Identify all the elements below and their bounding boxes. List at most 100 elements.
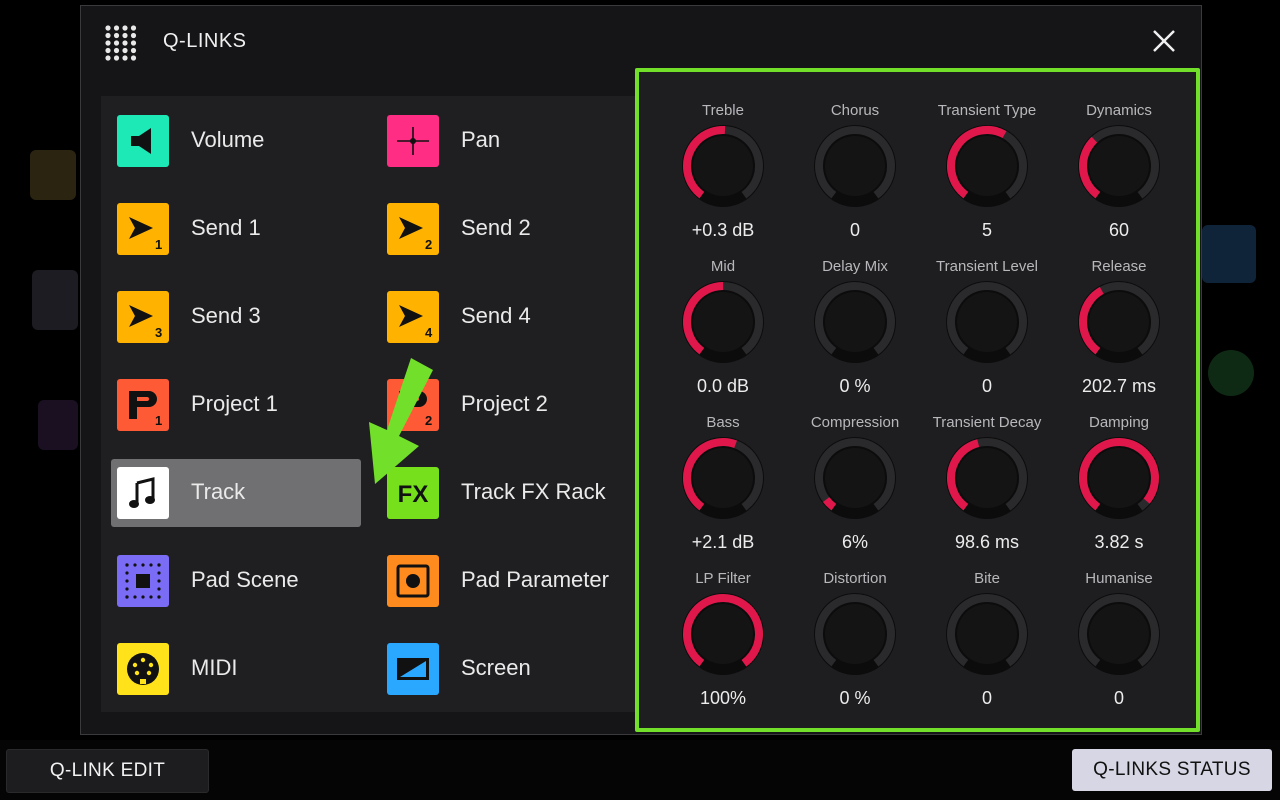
q-link-target-send1[interactable]: 1 Send 1	[111, 195, 361, 263]
knob-dial[interactable]	[945, 124, 1029, 208]
svg-text:1: 1	[155, 413, 162, 428]
q-link-knob[interactable]: Damping 3.82 s	[1053, 380, 1185, 552]
q-link-knob[interactable]: Transient Level 0	[921, 224, 1053, 396]
q-link-knob[interactable]: Dynamics 60	[1053, 68, 1185, 240]
knob-label: Delay Mix	[822, 258, 888, 275]
q-link-target-padscene[interactable]: Pad Scene	[111, 547, 361, 615]
q-link-target-label: Pad Scene	[191, 567, 299, 592]
send-arrow-icon: 2	[387, 203, 439, 255]
knob-label: Dynamics	[1086, 102, 1152, 119]
q-link-target-label: Pan	[461, 127, 501, 152]
q-link-knob[interactable]: Release 202.7 ms	[1053, 224, 1185, 396]
knob-cap	[957, 136, 1017, 196]
q-link-knob[interactable]: Treble +0.3 dB	[657, 68, 789, 240]
q-link-target-send2[interactable]: 2 Send 2	[381, 195, 631, 263]
knob-dial[interactable]	[945, 280, 1029, 364]
q-link-target-midi[interactable]: MIDI	[111, 635, 361, 703]
knob-dial[interactable]	[681, 592, 765, 676]
q-link-knob[interactable]: Distortion 0 %	[789, 536, 921, 708]
modal-header: Q-LINKS	[81, 6, 1201, 76]
q-link-knob-panel: Treble +0.3 dB Chorus 0 Transient Type 5 Dynam…	[635, 68, 1200, 732]
q-link-target-label: Track	[191, 479, 246, 504]
knob-dial[interactable]	[681, 436, 765, 520]
knob-label: Bass	[706, 414, 740, 431]
speaker-icon	[117, 115, 169, 167]
q-link-target-label: Send 4	[461, 303, 531, 328]
knob-label: Distortion	[823, 570, 887, 587]
q-link-target-screen[interactable]: Screen	[381, 635, 631, 703]
q-link-target-send3[interactable]: 3 Send 3	[111, 283, 361, 351]
q-link-target-send4[interactable]: 4 Send 4	[381, 283, 631, 351]
knob-dial[interactable]	[813, 280, 897, 364]
q-link-target-label: MIDI	[191, 655, 238, 680]
svg-text:3: 3	[155, 325, 162, 340]
background-tile	[30, 150, 76, 200]
knob-value: 0	[1113, 688, 1124, 708]
knob-cap	[693, 292, 753, 352]
knob-dial[interactable]	[681, 124, 765, 208]
dot-grid-icon[interactable]	[103, 25, 139, 61]
knob-cap	[1089, 136, 1149, 196]
q-link-knob[interactable]: Bass +2.1 dB	[657, 380, 789, 552]
q-link-target-label: Send 1	[191, 215, 261, 240]
q-link-knob[interactable]: Transient Type 5	[921, 68, 1053, 240]
knob-dial[interactable]	[1077, 124, 1161, 208]
knob-label: Transient Level	[936, 258, 1038, 275]
knob-dial[interactable]	[945, 592, 1029, 676]
background-tile	[1208, 350, 1254, 396]
svg-text:1: 1	[155, 237, 162, 252]
screen-icon	[387, 643, 439, 695]
q-link-knob[interactable]: LP Filter 100%	[657, 536, 789, 708]
q-link-target-label: Screen	[461, 655, 531, 680]
close-icon[interactable]	[1149, 26, 1179, 56]
knob-dial[interactable]	[813, 436, 897, 520]
knob-value: 0	[981, 688, 992, 708]
knob-dial[interactable]	[813, 592, 897, 676]
knob-label: Chorus	[830, 102, 880, 119]
pointer-arrow	[369, 358, 433, 484]
q-link-knob[interactable]: Bite 0	[921, 536, 1053, 708]
q-link-target-padparam[interactable]: Pad Parameter	[381, 547, 631, 615]
q-link-knob[interactable]: Chorus 0	[789, 68, 921, 240]
q-link-target-pan[interactable]: Pan	[381, 107, 631, 175]
q-link-target-label: Track FX Rack	[461, 479, 606, 504]
knob-dial[interactable]	[681, 280, 765, 364]
background-tile	[38, 400, 78, 450]
q-link-target-volume[interactable]: Volume	[111, 107, 361, 175]
knob-dial[interactable]	[1077, 592, 1161, 676]
send-arrow-icon: 1	[117, 203, 169, 255]
q-link-knob[interactable]: Delay Mix 0 %	[789, 224, 921, 396]
knob-cap	[957, 604, 1017, 664]
knob-dial[interactable]	[1077, 280, 1161, 364]
q-link-edit-button[interactable]: Q-LINK EDIT	[6, 749, 209, 793]
q-link-target-label: Send 2	[461, 215, 531, 240]
q-link-knob[interactable]: Mid 0.0 dB	[657, 224, 789, 396]
knob-dial[interactable]	[1077, 436, 1161, 520]
q-link-knob[interactable]: Transient Decay 98.6 ms	[921, 380, 1053, 552]
knob-dial[interactable]	[813, 124, 897, 208]
q-link-target-label: Volume	[191, 127, 265, 152]
knob-cap	[693, 604, 753, 664]
send-arrow-icon: 4	[387, 291, 439, 343]
q-link-target-label: Send 3	[191, 303, 261, 328]
knob-cap	[825, 292, 885, 352]
q-link-target-track[interactable]: Track	[111, 459, 361, 527]
knob-label: Treble	[702, 102, 744, 119]
svg-text:4: 4	[425, 325, 433, 340]
knob-value: 0 %	[839, 688, 871, 708]
knob-cap	[825, 136, 885, 196]
project-p-icon: 1	[117, 379, 169, 431]
q-link-target-project1[interactable]: 1 Project 1	[111, 371, 361, 439]
knob-label: Humanise	[1085, 570, 1153, 587]
q-links-status-button[interactable]: Q-LINKS STATUS	[1072, 749, 1272, 791]
q-link-knob[interactable]: Humanise 0	[1053, 536, 1185, 708]
knob-cap	[693, 448, 753, 508]
midi-din-icon	[117, 643, 169, 695]
knob-dial[interactable]	[945, 436, 1029, 520]
knob-label: Transient Decay	[932, 414, 1042, 431]
pan-crosshair-icon	[387, 115, 439, 167]
send-arrow-icon: 3	[117, 291, 169, 343]
pad-grid-icon	[117, 555, 169, 607]
q-link-knob[interactable]: Compression 6%	[789, 380, 921, 552]
knob-cap	[693, 136, 753, 196]
